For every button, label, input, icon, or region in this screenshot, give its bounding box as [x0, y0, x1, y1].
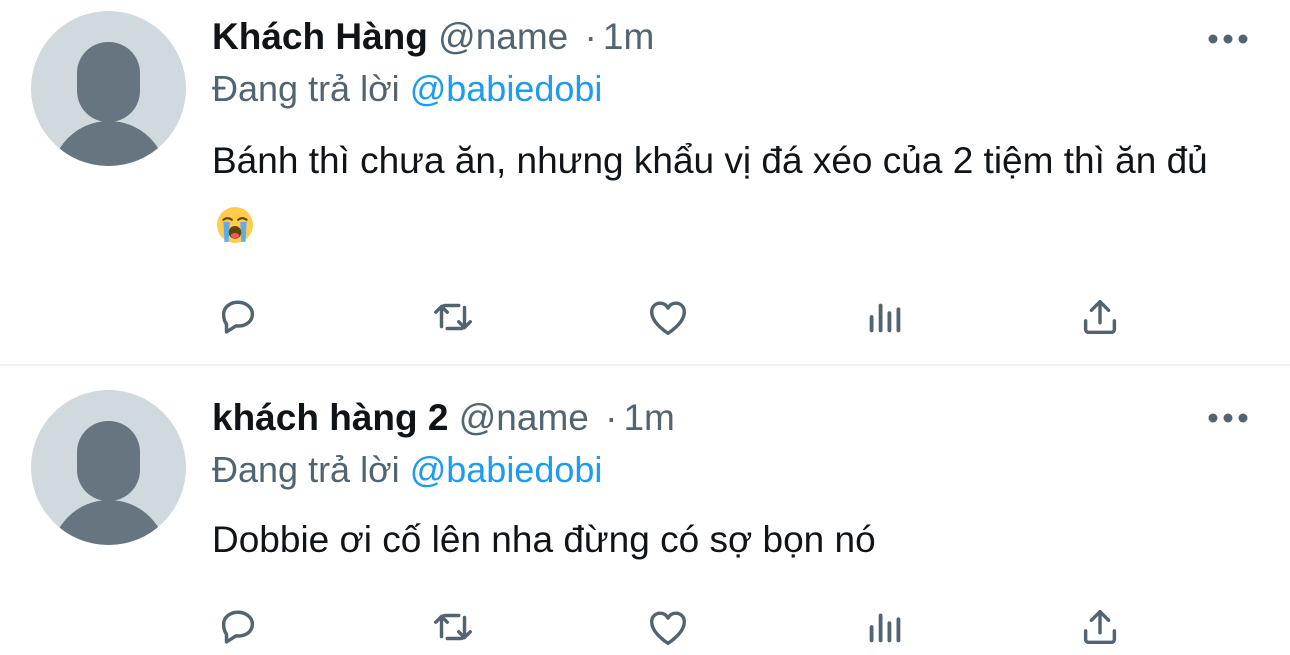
avatar-body-shape — [51, 121, 167, 166]
analytics-button[interactable] — [860, 602, 910, 652]
reply-button[interactable] — [213, 602, 263, 652]
tweet-text-content: Bánh thì chưa ăn, nhưng khẩu vị đá xéo c… — [212, 140, 1208, 181]
reply-mention-link[interactable]: @babiedobi — [410, 68, 603, 109]
avatar[interactable] — [31, 390, 186, 545]
tweet-header: khách hàng 2 @name · 1m — [212, 394, 675, 442]
like-button[interactable] — [643, 292, 693, 342]
reply-icon — [221, 300, 255, 334]
analytics-button[interactable] — [860, 292, 910, 342]
author-name[interactable]: khách hàng 2 — [212, 397, 448, 438]
like-icon — [649, 611, 687, 646]
tweet-text-content: Dobbie ơi cố lên nha đừng có sợ bọn nó — [212, 519, 876, 560]
more-options-button[interactable] — [1208, 32, 1248, 44]
more-options-button[interactable] — [1208, 411, 1248, 423]
tweet[interactable]: Khách Hàng @name · 1m Đang trả lời @babie… — [0, 0, 1290, 364]
replying-to: Đang trả lời @babiedobi — [212, 65, 602, 113]
tweet[interactable]: khách hàng 2 @name · 1m Đang trả lời @bab… — [0, 366, 1290, 655]
author-handle[interactable]: @name — [438, 16, 568, 57]
reply-icon — [221, 610, 255, 644]
analytics-icon — [869, 303, 901, 333]
more-icon — [1208, 413, 1248, 423]
like-button[interactable] — [643, 602, 693, 652]
separator-dot: · — [584, 16, 597, 57]
analytics-icon — [869, 613, 901, 643]
tweet-actions — [0, 602, 1290, 652]
timestamp[interactable]: 1m — [603, 16, 654, 57]
reply-mention-link[interactable]: @babiedobi — [410, 449, 603, 490]
separator-dot: · — [605, 397, 618, 438]
share-icon — [1083, 299, 1117, 335]
tweet-text: Bánh thì chưa ăn, nhưng khẩu vị đá xéo c… — [212, 128, 1232, 264]
loudly-crying-face-icon — [216, 199, 254, 264]
replying-to: Đang trả lời @babiedobi — [212, 446, 602, 494]
tweet-actions — [0, 292, 1290, 342]
author-handle[interactable]: @name — [459, 397, 589, 438]
avatar-head-shape — [77, 42, 140, 122]
avatar[interactable] — [31, 11, 186, 166]
avatar-body-shape — [51, 500, 167, 545]
retweet-icon — [434, 613, 472, 641]
tweet-header: Khách Hàng @name · 1m — [212, 13, 654, 61]
timestamp[interactable]: 1m — [623, 397, 674, 438]
reply-prefix: Đang trả lời — [212, 68, 400, 109]
retweet-button[interactable] — [428, 602, 478, 652]
more-icon — [1208, 34, 1248, 44]
author-name[interactable]: Khách Hàng — [212, 16, 428, 57]
share-button[interactable] — [1075, 602, 1125, 652]
retweet-icon — [434, 303, 472, 331]
reply-prefix: Đang trả lời — [212, 449, 400, 490]
share-button[interactable] — [1075, 292, 1125, 342]
share-icon — [1083, 609, 1117, 645]
like-icon — [649, 301, 687, 336]
reply-button[interactable] — [213, 292, 263, 342]
avatar-head-shape — [77, 421, 140, 501]
tweet-text: Dobbie ơi cố lên nha đừng có sợ bọn nó — [212, 507, 1232, 572]
retweet-button[interactable] — [428, 292, 478, 342]
